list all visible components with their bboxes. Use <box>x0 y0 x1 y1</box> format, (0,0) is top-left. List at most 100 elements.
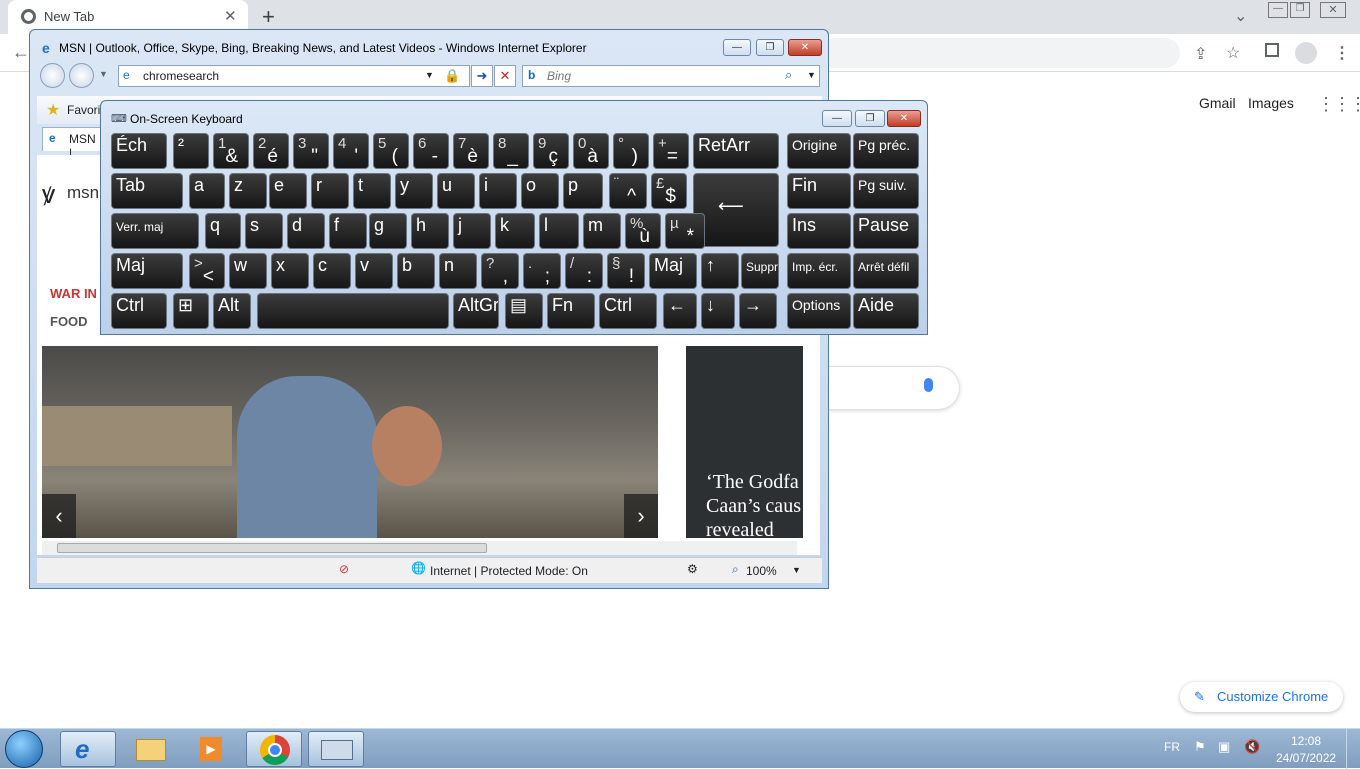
osk-key[interactable]: h <box>411 213 449 249</box>
popup-blocked-icon[interactable]: ⊘ <box>339 562 349 576</box>
osk-key[interactable]: + = <box>653 133 689 169</box>
osk-key[interactable]: Origine <box>787 133 851 169</box>
search-icon[interactable]: ⌕ <box>785 67 792 83</box>
profile-avatar[interactable] <box>1295 42 1317 64</box>
chevron-down-icon[interactable]: ⌄ <box>1234 6 1247 26</box>
osk-key[interactable]: m <box>583 213 621 249</box>
osk-key[interactable]: Fn <box>547 293 595 329</box>
osk-key[interactable]: Options <box>787 293 851 329</box>
start-button[interactable] <box>5 730 43 768</box>
osk-key[interactable]: % ù <box>625 213 661 249</box>
osk-key[interactable]: ↑ <box>701 253 739 289</box>
osk-key[interactable]: /: <box>565 253 603 289</box>
osk-key[interactable]: a <box>189 173 225 209</box>
osk-key[interactable]: Éch <box>111 133 167 169</box>
osk-key[interactable]: p <box>563 173 603 209</box>
star-icon[interactable]: ☆ <box>1226 43 1240 63</box>
back-icon[interactable]: ← <box>12 42 30 63</box>
mic-icon[interactable] <box>924 378 933 392</box>
osk-key[interactable]: Suppr <box>741 253 779 289</box>
osk-key[interactable]: f <box>329 213 367 249</box>
osk-key[interactable]: t <box>353 173 391 209</box>
osk-key[interactable]: 7è <box>453 133 489 169</box>
osk-key[interactable]: ▤ <box>505 293 543 329</box>
language-indicator[interactable]: FR <box>1164 740 1180 754</box>
osk-key[interactable]: 4 ' <box>333 133 369 169</box>
taskbar-osk[interactable] <box>308 731 364 767</box>
osk-key[interactable]: §! <box>607 253 645 289</box>
osk-key[interactable]: AltGr <box>453 293 499 329</box>
osk-key[interactable]: Tab <box>111 173 183 209</box>
osk-key[interactable]: i <box>479 173 517 209</box>
osk-key[interactable]: 8 _ <box>493 133 529 169</box>
more-menu-icon[interactable]: ⋮ <box>1334 43 1350 63</box>
osk-key[interactable]: Aide <box>853 293 919 329</box>
osk-key[interactable]: 6- <box>413 133 449 169</box>
osk-key[interactable]: Ins <box>787 213 851 249</box>
osk-key[interactable]: q <box>205 213 241 249</box>
dropdown-arrow-icon[interactable]: ▼ <box>425 70 434 80</box>
osk-key[interactable]: Ctrl <box>111 293 167 329</box>
osk-key[interactable]: Imp. écr. <box>787 253 851 289</box>
minimize-icon[interactable]: — <box>1268 2 1288 18</box>
new-tab-button[interactable]: + <box>262 4 275 30</box>
close-window-icon[interactable]: ✕ <box>1320 2 1346 18</box>
favorites-label[interactable]: Favorit <box>67 103 104 117</box>
osk-key[interactable]: £ $ <box>651 173 687 209</box>
show-desktop-button[interactable] <box>1346 729 1360 769</box>
stop-icon[interactable]: ✕ <box>494 65 516 87</box>
osk-key[interactable]: r <box>311 173 349 209</box>
side-panel-icon[interactable] <box>1265 43 1279 57</box>
osk-key[interactable]: c <box>313 253 351 289</box>
horizontal-scrollbar[interactable] <box>42 541 797 555</box>
osk-key[interactable]: RetArr <box>693 133 779 169</box>
ie-back-button[interactable] <box>40 63 65 88</box>
osk-key[interactable]: d <box>287 213 325 249</box>
osk-key[interactable]: Pg préc. <box>853 133 919 169</box>
osk-key[interactable]: ² <box>173 133 209 169</box>
osk-key[interactable]: 0à <box>573 133 609 169</box>
news-card[interactable]: ‘The Godfa Caan’s caus revealed <box>686 346 803 538</box>
osk-key[interactable]: Maj <box>649 253 697 289</box>
osk-key[interactable]: v <box>355 253 393 289</box>
osk-key[interactable]: 1 & <box>213 133 249 169</box>
status-zone[interactable]: Internet | Protected Mode: On <box>430 564 588 578</box>
nav-war[interactable]: WAR IN <box>50 286 97 301</box>
ie-forward-button[interactable] <box>69 63 94 88</box>
ie-restore-button[interactable]: ❐ <box>756 39 784 56</box>
osk-key[interactable]: b <box>397 253 435 289</box>
clock-time[interactable]: 12:08 <box>1291 734 1321 748</box>
omnibox[interactable] <box>820 38 1180 68</box>
favorites-star-icon[interactable]: ★ <box>46 100 60 120</box>
osk-key[interactable]: 3 " <box>293 133 329 169</box>
osk-key[interactable]: .; <box>523 253 561 289</box>
osk-key[interactable]: 5( <box>373 133 409 169</box>
restore-icon[interactable]: ❐ <box>1290 2 1310 18</box>
zoom-level[interactable]: 100% <box>746 564 777 578</box>
share-icon[interactable]: ⇪ <box>1194 44 1207 64</box>
clock-date[interactable]: 24/07/2022 <box>1276 751 1336 765</box>
osk-key[interactable]: ⟵ <box>693 173 779 247</box>
news-photo[interactable]: ‹ › <box>42 346 658 538</box>
zoom-dropdown-icon[interactable]: ▼ <box>792 565 801 575</box>
ie-history-chevron-icon[interactable]: ▼ <box>99 69 108 79</box>
osk-key[interactable]: l <box>539 213 579 249</box>
osk-key[interactable]: Ctrl <box>599 293 657 329</box>
osk-key[interactable]: → <box>739 293 777 329</box>
osk-key[interactable]: Verr. maj <box>111 213 199 249</box>
osk-key[interactable]: 9ç <box>533 133 569 169</box>
taskbar-ie[interactable]: e <box>60 731 116 767</box>
osk-key[interactable]: Pg suiv. <box>853 173 919 209</box>
osk-key[interactable]: Maj <box>111 253 183 289</box>
osk-key[interactable]: Fin <box>787 173 851 209</box>
ie-address-bar[interactable]: e chromesearch ▼ 🔒 <box>118 65 470 87</box>
osk-key[interactable]: Arrêt défil <box>853 253 919 289</box>
ie-close-button[interactable]: ✕ <box>788 39 822 56</box>
ie-search-box[interactable]: b Bing ⌕ ▼ <box>522 65 820 87</box>
images-link[interactable]: Images <box>1248 95 1294 111</box>
osk-key[interactable]: n <box>439 253 477 289</box>
search-dropdown-icon[interactable]: ▼ <box>807 70 816 80</box>
close-icon[interactable]: ✕ <box>224 7 237 25</box>
network-icon[interactable]: ▣ <box>1218 739 1230 755</box>
taskbar-media-player[interactable]: ▶ <box>184 731 240 767</box>
